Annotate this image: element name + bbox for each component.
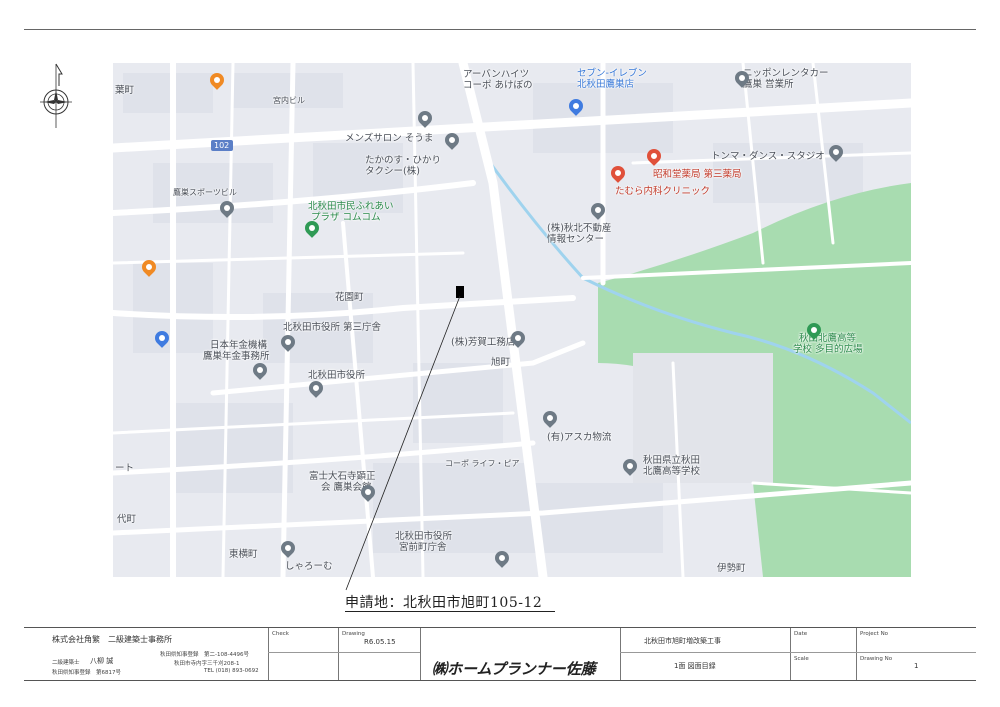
label-plaza2: プラザ コムコム [311, 212, 381, 223]
check-label: Check [272, 631, 289, 637]
label-akita-hs2: 北鷹高等学校 [643, 466, 701, 477]
project-no-label: Project No [860, 631, 889, 637]
registration-architect: 秋田県知事登録 第6817号 [52, 670, 121, 676]
drawing-label: Drawing [342, 631, 365, 637]
application-site-label: 申請地：北秋田市旭町105-12 [345, 595, 543, 611]
label-fudosan: (株)秋北不動産 [547, 223, 612, 234]
architect-role: 二級建築士 [52, 660, 80, 666]
label-rental2: 鷹巣 営業所 [743, 79, 794, 90]
label-pension2: 鷹巣年金事務所 [203, 351, 270, 362]
label-seven: セブン-イレブン [577, 68, 647, 79]
label-tamura: たむら内科クリニック [615, 186, 711, 197]
label-fudosan2: 情報センター [547, 234, 605, 245]
label-to: ート [115, 463, 135, 474]
north-compass-icon [36, 62, 76, 132]
label-pension: 日本年金機構 [210, 340, 268, 351]
label-miyauchi: 宮内ビル [273, 96, 305, 105]
title-block: 株式会社角繁 二級建築士事務所 二級建築士 八柳 誠 秋田県知事登録 第6817… [24, 627, 976, 681]
application-site-underline [345, 611, 555, 612]
label-taxi: たかのす・ひかり [365, 155, 442, 166]
office-address: 秋田市寺内字三千刈208-1 [174, 661, 240, 667]
company-name: 株式会社角繁 二級建築士事務所 [52, 635, 172, 644]
label-plaza: 北秋田市民ふれあい [308, 201, 394, 212]
label-higashiyokomachi: 東横町 [229, 549, 258, 560]
label-asahi: 旭町 [491, 357, 511, 368]
drawing-date: R6.05.15 [364, 638, 396, 646]
label-akebono: コーポ あけぼの [463, 80, 533, 91]
label-isemachi: 伊勢町 [717, 563, 746, 574]
leader-line [345, 295, 461, 591]
label-men-salon: メンズサロン そうま [345, 133, 434, 144]
label-ha-machi: 葉町 [115, 85, 135, 96]
top-border-line [24, 29, 976, 30]
date-label: Date [794, 631, 808, 637]
label-sports: 鷹巣スポーツビル [173, 188, 237, 197]
location-map[interactable]: 102 葉町 アーバンハイツ コーポ あけぼの 宮内ビル セブン-イレブン 北秋… [113, 63, 911, 577]
planner-name: ㈱ホームプランナー佐藤 [432, 660, 596, 678]
label-hokuyo2: 学校 多目的広場 [793, 344, 863, 355]
scale-label: Scale [794, 656, 809, 662]
label-asuka: (有)アスカ物流 [547, 432, 612, 443]
project-name: 北秋田市旭町増改築工事 [644, 637, 721, 645]
label-hachiyo: 代町 [117, 514, 137, 525]
label-showa: 昭和堂薬局 第三薬局 [653, 169, 742, 180]
label-akita-hs: 秋田県立秋田 [643, 455, 701, 466]
registration-office: 秋田県知事登録 第二-108-4496号 [160, 652, 249, 658]
label-shimarumu: しゃろーむ [285, 561, 333, 572]
label-taxi2: タクシー(株) [365, 166, 420, 177]
architect-name: 八柳 誠 [90, 657, 114, 665]
route-number-label: 102 [214, 141, 230, 150]
label-apartment: アーバンハイツ [463, 69, 530, 80]
label-seven2: 北秋田鷹巣店 [577, 79, 635, 90]
label-rental: ニッポンレンタカー [743, 68, 829, 79]
drawing-number: 1 [914, 662, 919, 670]
office-tel: TEL (018) 893-0692 [204, 668, 259, 674]
label-dance: トンマ・ダンス・スタジオ [711, 151, 825, 162]
sheet-title: 1面 図面目録 [674, 662, 716, 670]
drawing-no-label: Drawing No [860, 656, 893, 662]
label-hokuyo: 秋田北鷹高等 [799, 333, 857, 344]
